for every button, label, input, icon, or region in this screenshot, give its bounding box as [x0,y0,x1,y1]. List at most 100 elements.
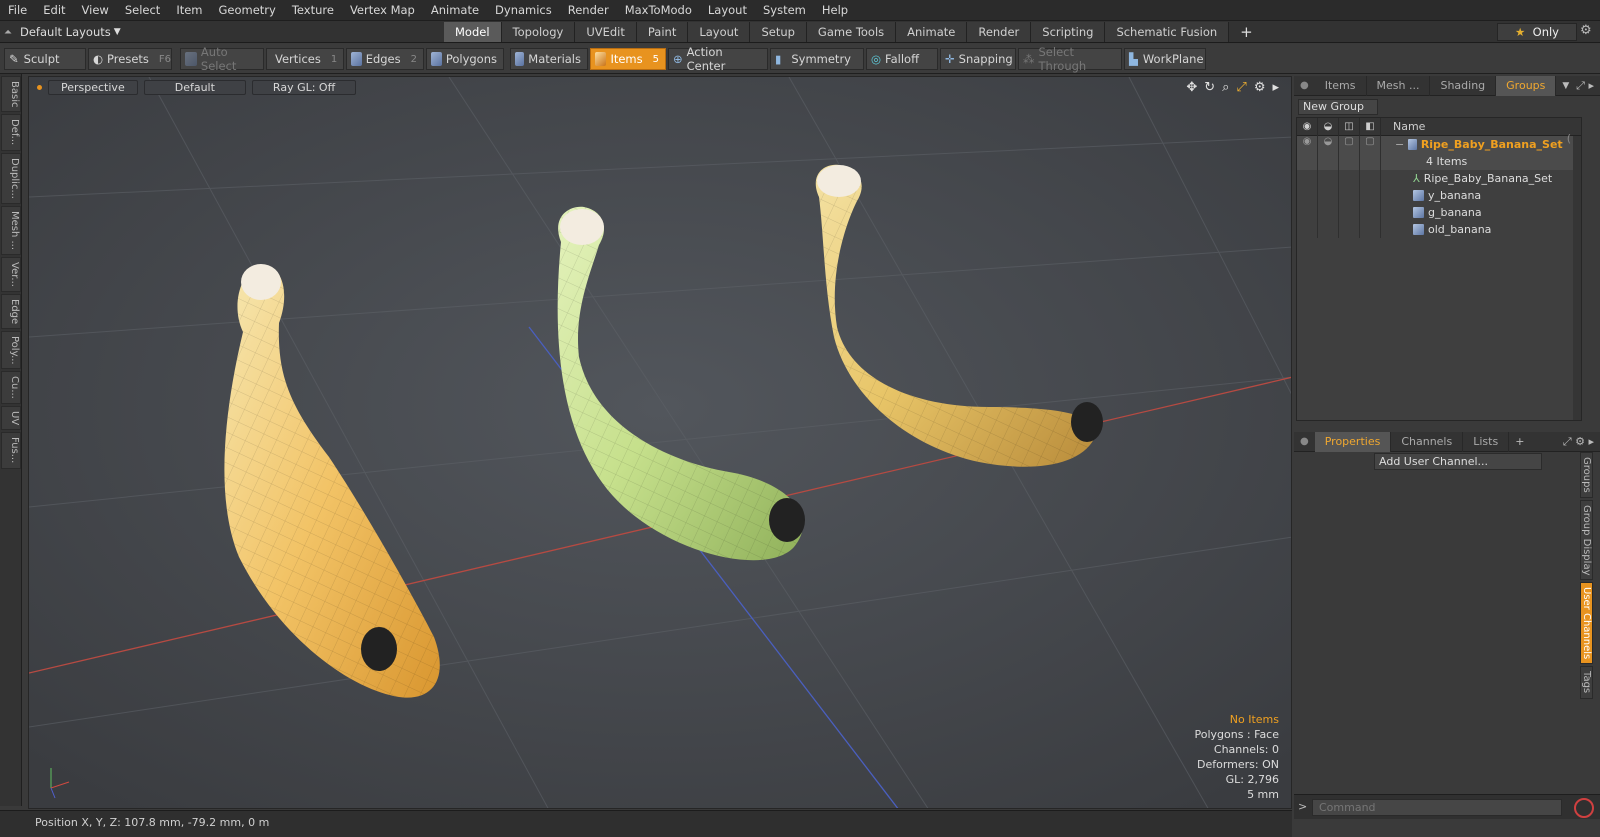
tab-channels[interactable]: Channels [1391,431,1464,452]
tab-paint[interactable]: Paint [636,22,689,42]
lock-icon[interactable]: ▢ [1339,136,1360,153]
gear-icon[interactable]: ⚙ [1580,23,1592,38]
lock-col-icon[interactable]: ◫ [1339,117,1360,136]
layout-selector[interactable]: ⏶ Default Layouts ▼ [4,23,121,41]
add-tab-icon[interactable]: + [1229,22,1264,42]
new-group-button[interactable]: New Group [1298,99,1378,115]
tree-scrollbar[interactable] [1573,136,1581,420]
tab-items[interactable]: Items [1315,75,1367,96]
left-tab-deform[interactable]: Def... [1,114,21,151]
tab-animate[interactable]: Animate [896,22,968,42]
render-icon[interactable]: ◒ [1318,136,1339,153]
workplane-button[interactable]: ▙ WorkPlane [1124,48,1206,70]
left-tab-fusion[interactable]: Fus... [1,432,21,469]
command-input[interactable] [1312,799,1562,816]
menu-vertex-map[interactable]: Vertex Map [342,3,423,17]
left-tab-uv[interactable]: UV [1,406,21,431]
menu-file[interactable]: File [0,3,35,17]
panel-grip-icon[interactable]: ● [1300,436,1309,447]
menu-view[interactable]: View [74,3,117,17]
tree-row-g-banana[interactable]: g_banana [1297,204,1581,221]
left-tab-basic[interactable]: Basic [1,76,21,113]
side-tab-tags[interactable]: Tags [1580,666,1593,699]
viewport-menu-dot[interactable] [37,84,42,90]
expand-right-icon[interactable]: ▸ [1272,80,1279,95]
tree-row-old-banana[interactable]: old_banana [1297,221,1581,238]
falloff-button[interactable]: ◎ Falloff [866,48,938,70]
tab-properties[interactable]: Properties [1314,431,1392,452]
vertices-button[interactable]: Vertices 1 [266,48,344,70]
tab-layout[interactable]: Layout [688,22,751,42]
polygons-button[interactable]: Polygons [426,48,504,70]
pan-icon[interactable]: ✥ [1186,80,1197,95]
tab-schematic-fusion[interactable]: Schematic Fusion [1105,22,1230,42]
visibility-col-icon[interactable]: ◉ [1297,117,1318,136]
shading-button[interactable]: Default [143,79,246,95]
left-tab-vertex[interactable]: Ver... [1,256,21,292]
3d-viewport[interactable]: Perspective Default Ray GL: Off ✥ ↻ ⌕ ⤢ … [28,76,1292,809]
menu-edit[interactable]: Edit [35,3,73,17]
menu-dynamics[interactable]: Dynamics [487,3,560,17]
menu-layout[interactable]: Layout [700,3,755,17]
raygl-button[interactable]: Ray GL: Off [251,79,357,95]
tree-row-group[interactable]: ◉ ◒ ▢ ▢ − Ripe_Baby_Banana_Set( ... [1297,132,1581,158]
edges-button[interactable]: Edges 2 [346,48,424,70]
left-tab-edge[interactable]: Edge [1,293,21,329]
select-through-button[interactable]: ⁂ Select Through [1018,45,1122,73]
rotate-icon[interactable]: ↻ [1204,80,1215,95]
left-tab-polygon[interactable]: Poly... [1,330,21,370]
record-icon[interactable] [1574,798,1594,818]
zoom-icon[interactable]: ⌕ [1222,80,1229,95]
tab-mesh[interactable]: Mesh ... [1367,75,1431,96]
side-tab-groups[interactable]: Groups [1580,452,1593,498]
viewport-settings-icon[interactable]: ⚙ [1254,80,1266,95]
tab-model[interactable]: Model [444,22,502,42]
menu-texture[interactable]: Texture [284,3,342,17]
menu-maxtomodo[interactable]: MaxToModo [617,3,700,17]
panel-grip-icon[interactable]: ● [1300,80,1309,91]
menu-item[interactable]: Item [168,3,210,17]
tab-groups[interactable]: Groups [1496,75,1557,96]
sculpt-button[interactable]: ✎ Sculpt [4,48,86,70]
items-button[interactable]: Items 5 [590,48,666,70]
collapse-up-icon[interactable]: ⏶ [4,27,20,38]
tab-lists[interactable]: Lists [1463,431,1510,452]
add-tab-icon[interactable]: + [1515,435,1524,448]
panel-expand-icon[interactable]: ⤢ ▸ [1576,79,1594,93]
tree-row-y-banana[interactable]: y_banana [1297,187,1581,204]
tab-game-tools[interactable]: Game Tools [806,22,897,42]
snapping-button[interactable]: ✛ Snapping [940,48,1016,70]
only-toggle[interactable]: ★ Only [1497,23,1577,41]
materials-button[interactable]: Materials [510,48,588,70]
menu-animate[interactable]: Animate [423,3,487,17]
left-tab-curve[interactable]: Cu... [1,371,21,405]
tab-shading[interactable]: Shading [1430,75,1497,96]
presets-button[interactable]: ◐ Presets F6 [88,48,172,70]
menu-geometry[interactable]: Geometry [211,3,284,17]
menu-help[interactable]: Help [814,3,856,17]
tab-dropdown-icon[interactable]: ▼ [1562,81,1569,91]
select-icon[interactable]: ▢ [1360,136,1381,153]
fit-icon[interactable]: ⤢ [1236,80,1246,95]
side-tab-group-display[interactable]: Group Display [1580,499,1593,581]
tab-uvedit[interactable]: UVEdit [575,22,637,42]
add-user-channel-button[interactable]: Add User Channel... [1374,453,1542,470]
collapse-icon[interactable]: − [1395,138,1404,151]
view-type-button[interactable]: Perspective [48,79,138,95]
menu-render[interactable]: Render [560,3,617,17]
render-col-icon[interactable]: ◒ [1318,117,1339,136]
menu-system[interactable]: System [755,3,814,17]
auto-select-button[interactable]: Auto Select [180,45,264,73]
tab-topology[interactable]: Topology [501,22,576,42]
tree-row-locator[interactable]: ⅄ Ripe_Baby_Banana_Set [1297,170,1581,187]
action-center-button[interactable]: ⊕ Action Center [668,45,768,73]
side-tab-user-channels[interactable]: User Channels [1580,582,1593,665]
tab-setup[interactable]: Setup [750,22,807,42]
tab-scripting[interactable]: Scripting [1031,22,1106,42]
menu-select[interactable]: Select [117,3,168,17]
symmetry-button[interactable]: ▮ Symmetry [770,48,864,70]
eye-icon[interactable]: ◉ [1297,136,1318,153]
select-col-icon[interactable]: ◧ [1360,117,1381,136]
left-tab-duplicate[interactable]: Duplic... [1,152,21,204]
panel-expand-icon[interactable]: ⤢ ⚙ ▸ [1563,435,1594,449]
